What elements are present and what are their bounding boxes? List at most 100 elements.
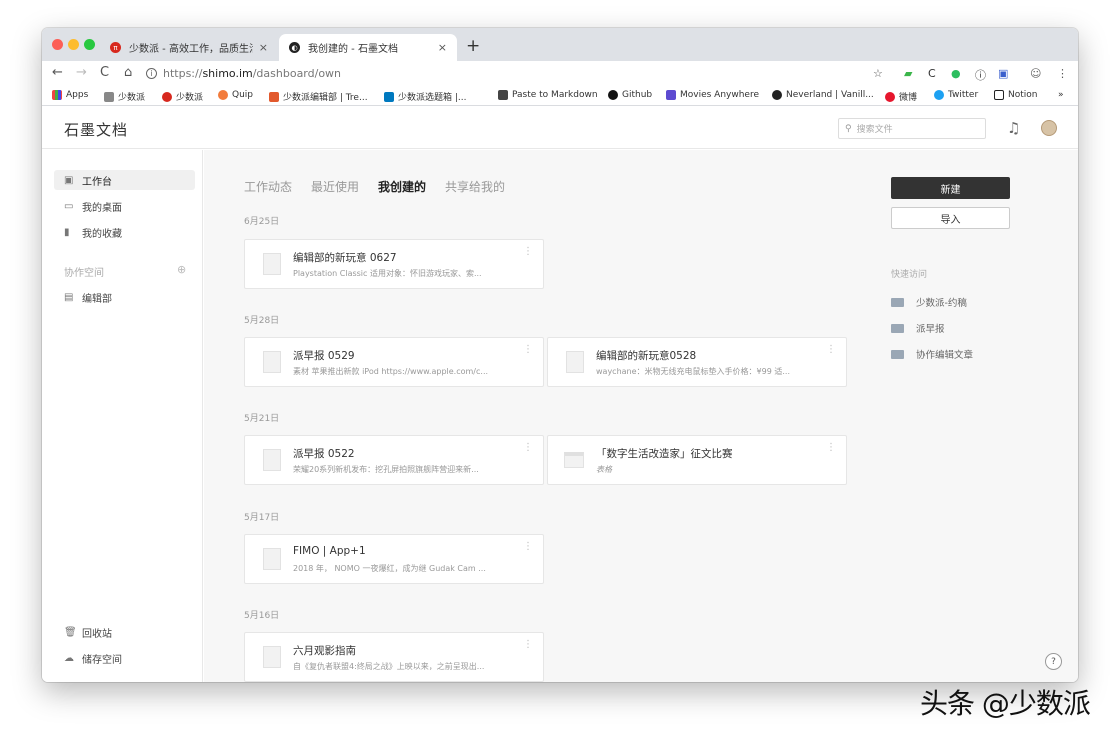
file-card[interactable]: 「数字生活改造家」征文比赛 表格 ⋮ (547, 435, 847, 485)
evernote-icon[interactable]: ● (951, 67, 961, 80)
card-more-icon[interactable]: ⋮ (523, 442, 533, 453)
tab-close-icon[interactable]: × (259, 41, 268, 54)
extension-info-icon[interactable]: ⓘ (975, 67, 986, 83)
tab-activity[interactable]: 工作动态 (244, 178, 292, 195)
sidebar-item-favorites[interactable]: ▮ 我的收藏 (54, 222, 195, 242)
bookmark-star-icon[interactable]: ☆ (873, 67, 883, 80)
sidebar-item-label: 我的收藏 (82, 228, 122, 240)
tab-shared-with-me[interactable]: 共享给我的 (445, 178, 505, 195)
extension-c-icon[interactable]: C (928, 67, 936, 80)
bookmark-paste-markdown[interactable]: Paste to Markdown (498, 90, 598, 100)
extension-leaf-icon[interactable]: ▰ (904, 67, 912, 80)
profile-icon[interactable]: ☺ (1030, 67, 1041, 80)
tab-created-by-me[interactable]: 我创建的 (378, 178, 426, 195)
document-icon (263, 351, 281, 373)
cloud-icon: ☁ (64, 652, 74, 664)
card-more-icon[interactable]: ⋮ (826, 442, 836, 453)
bookmark-icon: ▮ (64, 226, 70, 238)
sidebar-item-desktop[interactable]: ▭ 我的桌面 (54, 196, 195, 216)
file-title: 「数字生活改造家」征文比赛 (596, 448, 733, 460)
desktop-icon: ▭ (64, 200, 74, 212)
close-window-button[interactable] (52, 39, 63, 50)
notification-bell-icon[interactable]: ♫ (1007, 119, 1020, 137)
quick-access-item[interactable]: 少数派-约稿 (891, 295, 967, 309)
sidebar-item-workbench[interactable]: ▣ 工作台 (54, 170, 195, 190)
file-preview: 自《复仇者联盟4:终局之战》上映以来，之前呈现出... (293, 662, 485, 671)
search-placeholder: 搜索文件 (856, 125, 893, 135)
document-icon (263, 449, 281, 471)
bookmarks-bar: Apps 少数派 少数派 Quip 少数派编辑部 | Tre... 少数派选题箱… (42, 86, 1078, 106)
user-avatar[interactable] (1041, 120, 1057, 136)
file-card[interactable]: 编辑部的新玩意0528 waychane：米物无线充电鼠标垫入手价格：¥99 适… (547, 337, 847, 387)
file-card[interactable]: FIMO | App+1 2018 年， NOMO 一夜爆红，成为继 Gudak… (244, 534, 544, 584)
extension-image-icon[interactable]: ▣ (998, 67, 1008, 80)
app-header: 石墨文档 ⚲ 搜索文件 ♫ (42, 107, 1078, 149)
home-icon[interactable]: ⌂ (124, 65, 132, 80)
bookmark-apps[interactable]: Apps (52, 90, 88, 100)
file-preview: Playstation Classic 适用对象：怀旧游戏玩家、索... (293, 269, 482, 278)
collab-space-heading: 协作空间 (64, 268, 104, 279)
bookmark-quip[interactable]: Quip (218, 90, 253, 100)
bookmarks-overflow-button[interactable]: » (1058, 90, 1064, 100)
document-icon (566, 351, 584, 373)
file-card[interactable]: 派早报 0522 荣耀20系列新机发布：挖孔屏拍照旗舰阵营迎来新... ⋮ (244, 435, 544, 485)
document-icon (263, 548, 281, 570)
bookmark-folder-sspai[interactable]: 少数派 (104, 90, 145, 103)
browser-tab-sspai[interactable]: π 少数派 - 高效工作，品质生活 × (100, 34, 278, 61)
app-logo[interactable]: 石墨文档 (64, 119, 128, 140)
bookmark-neverland[interactable]: Neverland | Vanill... (772, 90, 874, 100)
file-title: 派早报 0522 (293, 448, 355, 460)
card-more-icon[interactable]: ⋮ (523, 344, 533, 355)
sidebar-item-editorial[interactable]: ▤ 编辑部 (54, 287, 195, 307)
bookmark-weibo[interactable]: 微博 (885, 90, 917, 103)
trash-icon: 🗑 (64, 626, 77, 638)
zoom-window-button[interactable] (84, 39, 95, 50)
back-arrow-icon[interactable]: ← (52, 65, 63, 80)
address-bar[interactable]: i https://shimo.im/dashboard/own (146, 63, 868, 84)
neverland-icon (772, 90, 782, 100)
file-title: 六月观影指南 (293, 645, 356, 657)
url-scheme: https:// (163, 67, 203, 80)
bookmark-trello-editorial[interactable]: 少数派编辑部 | Tre... (269, 90, 368, 103)
file-card[interactable]: 六月观影指南 自《复仇者联盟4:终局之战》上映以来，之前呈现出... ⋮ (244, 632, 544, 682)
trello-icon (269, 91, 279, 102)
help-icon[interactable]: ? (1045, 653, 1062, 670)
search-input[interactable]: ⚲ 搜索文件 (838, 118, 986, 139)
browser-tab-shimo[interactable]: ◐ 我创建的 - 石墨文档 × (279, 34, 457, 61)
bookmark-github[interactable]: Github (608, 90, 652, 100)
sidebar: ▣ 工作台 ▭ 我的桌面 ▮ 我的收藏 协作空间 ⊕ ▤ 编辑部 🗑 回收站 ☁… (42, 150, 203, 682)
add-space-icon[interactable]: ⊕ (177, 263, 186, 276)
tab-title: 我创建的 - 石墨文档 (308, 44, 398, 55)
tab-recent[interactable]: 最近使用 (311, 178, 359, 195)
watermark: 头条 @少数派 (920, 687, 1091, 720)
clipboard-icon (498, 90, 508, 100)
more-menu-icon[interactable]: ⋮ (1057, 67, 1068, 80)
quick-access-item[interactable]: 派早报 (891, 321, 945, 335)
quick-access-item[interactable]: 协作编辑文章 (891, 347, 973, 361)
card-more-icon[interactable]: ⋮ (523, 639, 533, 650)
reload-icon[interactable]: C (100, 65, 109, 80)
card-more-icon[interactable]: ⋮ (523, 541, 533, 552)
card-more-icon[interactable]: ⋮ (523, 246, 533, 257)
bookmark-topic-box[interactable]: 少数派选题箱 |... (384, 90, 466, 103)
bookmark-sspai[interactable]: 少数派 (162, 90, 203, 103)
bookmark-twitter[interactable]: Twitter (934, 90, 978, 100)
sidebar-item-storage[interactable]: ☁ 储存空间 (54, 648, 195, 668)
sidebar-item-trash[interactable]: 🗑 回收站 (54, 622, 195, 642)
card-more-icon[interactable]: ⋮ (826, 344, 836, 355)
new-tab-button[interactable]: + (466, 36, 480, 56)
forward-arrow-icon[interactable]: → (76, 65, 87, 80)
tab-close-icon[interactable]: × (438, 41, 447, 54)
import-button[interactable]: 导入 (891, 207, 1010, 229)
file-card[interactable]: 派早报 0529 素材 苹果推出新款 iPod https://www.appl… (244, 337, 544, 387)
file-type-label: 表格 (596, 465, 612, 474)
file-card[interactable]: 编辑部的新玩意 0627 Playstation Classic 适用对象：怀旧… (244, 239, 544, 289)
date-heading: 5月21日 (244, 414, 280, 424)
minimize-window-button[interactable] (68, 39, 79, 50)
site-info-icon[interactable]: i (146, 68, 157, 79)
bookmark-notion[interactable]: Notion (994, 90, 1037, 100)
sidebar-item-label: 回收站 (82, 628, 112, 640)
dashboard-tabs: 工作动态 最近使用 我创建的 共享给我的 (244, 178, 505, 195)
bookmark-movies-anywhere[interactable]: Movies Anywhere (666, 90, 759, 100)
new-file-button[interactable]: 新建 (891, 177, 1010, 199)
